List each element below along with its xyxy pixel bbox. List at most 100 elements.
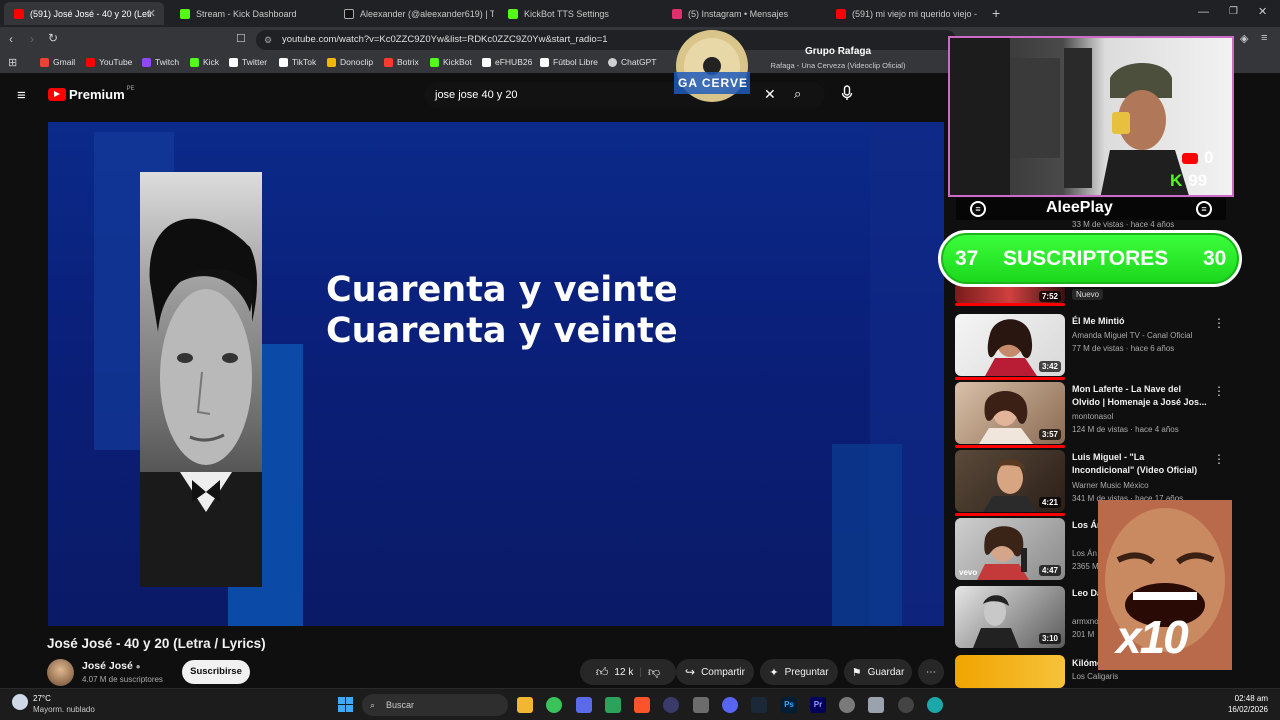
youtube-logo-icon xyxy=(48,88,66,101)
clock-date[interactable]: 16/02/2026 xyxy=(1216,705,1268,714)
bookmark-kickbot[interactable]: KickBot xyxy=(430,57,472,67)
clock-time[interactable]: 02:48 am xyxy=(1222,694,1268,703)
app-icon[interactable] xyxy=(663,697,679,713)
channel-avatar[interactable] xyxy=(47,659,74,686)
bookmark-futbol-libre[interactable]: Fútbol Libre xyxy=(540,57,598,67)
kick-favicon-icon xyxy=(180,8,190,19)
settings-icon[interactable] xyxy=(839,697,855,713)
bookmark-twitch[interactable]: Twitch xyxy=(142,57,179,67)
bookmark-gmail[interactable]: Gmail xyxy=(40,57,75,67)
logo-text: Premium xyxy=(69,87,125,102)
app-icon[interactable] xyxy=(605,697,621,713)
kick-icon: K xyxy=(1170,171,1183,190)
forward-icon[interactable]: › xyxy=(30,32,34,46)
chatgpt-icon xyxy=(608,57,617,67)
start-button[interactable] xyxy=(338,697,353,712)
discord-icon[interactable] xyxy=(722,697,738,713)
list-item[interactable]: 3:42 Él Me Mintió Amanda Miguel TV - Can… xyxy=(955,314,1245,380)
youtube-favicon-icon xyxy=(14,8,24,19)
bookmark-botrix[interactable]: Botrix xyxy=(384,57,419,67)
new-tab-icon[interactable]: + xyxy=(992,5,1000,21)
video-player[interactable]: Cuarenta y veinte Cuarenta y veinte xyxy=(48,122,944,626)
tiktok-icon xyxy=(279,57,288,67)
more-options-icon[interactable]: ⋮ xyxy=(1213,316,1225,330)
now-playing-subtitle: Rafaga - Una Cerveza (Videoclip Oficial) xyxy=(770,61,906,70)
back-icon[interactable]: ‹ xyxy=(9,32,13,46)
bookmark-donoclip[interactable]: Donoclip xyxy=(327,57,373,67)
dislike-icon[interactable]: 👎︎ xyxy=(648,665,660,680)
share-icon: ↪ xyxy=(685,665,696,679)
tab-label: Aleexander (@aleexander619) | TikTo xyxy=(360,8,494,19)
media-player-icon[interactable] xyxy=(898,697,914,713)
calculator-icon[interactable] xyxy=(693,697,709,713)
photoshop-icon[interactable]: Ps xyxy=(781,697,797,713)
bookmark-kick[interactable]: Kick xyxy=(190,57,219,67)
more-options-icon[interactable]: ⋮ xyxy=(1213,452,1225,466)
weather-icon[interactable] xyxy=(12,694,28,710)
close-tab-icon[interactable]: ✕ xyxy=(147,7,156,20)
tab-instagram[interactable]: (5) Instagram • Mensajes xyxy=(662,2,822,25)
tab-kick-dashboard[interactable]: Stream - Kick Dashboard xyxy=(170,2,330,25)
tab-tiktok[interactable]: Aleexander (@aleexander619) | TikTo xyxy=(334,2,494,25)
duration-badge: 4:21 xyxy=(1038,497,1061,508)
bookmark-chatgpt[interactable]: ChatGPT xyxy=(608,57,656,67)
tab-kickbot[interactable]: KickBot TTS Settings xyxy=(498,2,658,25)
brave-icon[interactable] xyxy=(634,697,650,713)
video-meta: 201 M xyxy=(1072,630,1095,639)
bookmark-efhub[interactable]: eFHUB26 xyxy=(482,57,532,67)
steam-icon[interactable] xyxy=(751,697,767,713)
bookmark-label: Botrix xyxy=(397,57,419,67)
youtube-premium-logo[interactable]: Premium PE xyxy=(48,86,135,102)
like-count[interactable]: 12 k xyxy=(614,667,633,678)
channel-name: montonasol xyxy=(1072,412,1114,421)
bookmark-twitter[interactable]: Twitter xyxy=(229,57,267,67)
menu-icon[interactable]: ≡ xyxy=(1261,32,1267,44)
goal-label: SUSCRIPTORES xyxy=(1003,247,1169,270)
bookmark-youtube[interactable]: YouTube xyxy=(86,57,132,67)
search-icon[interactable]: ⌕ xyxy=(794,86,801,102)
subscribe-button[interactable]: Suscribirse xyxy=(182,660,250,684)
channel-name[interactable]: José José ● xyxy=(82,660,141,672)
maximize-icon[interactable]: ❐ xyxy=(1229,6,1238,17)
reload-icon[interactable]: ↻ xyxy=(48,31,58,45)
tab-mi-viejo[interactable]: (591) mi viejo mi querido viejo - You xyxy=(826,2,978,25)
lyric-line: Cuarenta y veinte xyxy=(326,270,678,310)
apps-grid-icon[interactable]: ⊞ xyxy=(8,56,17,69)
minimize-icon[interactable]: — xyxy=(1198,6,1209,18)
more-options-icon[interactable]: ⋮ xyxy=(1213,384,1225,398)
premiere-icon[interactable]: Pr xyxy=(810,697,826,713)
bookmark-label: ChatGPT xyxy=(621,57,657,67)
app-icon[interactable] xyxy=(576,697,592,713)
edge-icon[interactable] xyxy=(927,697,943,713)
video-thumbnail: vevo 4:47 xyxy=(955,518,1065,580)
like-icon[interactable]: 👍︎ xyxy=(596,665,609,680)
bookmark-tiktok[interactable]: TikTok xyxy=(279,57,316,67)
close-window-icon[interactable]: ✕ xyxy=(1258,5,1267,18)
bookmark-label: eFHUB26 xyxy=(495,57,533,67)
clear-search-icon[interactable]: ✕ xyxy=(764,86,776,103)
video-meta: 2365 M xyxy=(1072,562,1099,571)
meme-emote-overlay: x10 xyxy=(1098,500,1232,670)
file-explorer-icon[interactable] xyxy=(517,697,533,713)
video-meta: 124 M de vistas · hace 4 años xyxy=(1072,425,1179,434)
subscriber-count: 4.07 M de suscriptores xyxy=(82,675,163,684)
taskbar-search-input[interactable]: ⌕ Buscar xyxy=(362,694,508,716)
shield-icon[interactable]: ◈ xyxy=(1240,32,1248,45)
chrome-icon[interactable] xyxy=(546,697,562,713)
list-item[interactable]: 3:57 Mon Laferte - La Nave del Olvido | … xyxy=(955,382,1245,448)
app-icon[interactable] xyxy=(868,697,884,713)
goal-current: 37 xyxy=(955,247,979,270)
donoclip-icon xyxy=(327,57,336,67)
microphone-icon[interactable] xyxy=(841,85,853,102)
hamburger-menu-icon[interactable]: ≡ xyxy=(17,87,26,104)
more-actions-button[interactable]: ⋯ xyxy=(918,659,944,685)
site-info-icon[interactable]: ⚙ xyxy=(264,30,272,50)
save-button[interactable]: ⚑ Guardar xyxy=(844,659,912,685)
bookmark-icon[interactable]: ☐ xyxy=(236,32,246,45)
youtube-header: ≡ Premium PE jose jose 40 y 20 ✕ ⌕ xyxy=(0,75,948,117)
share-button[interactable]: ↪ Compartir xyxy=(676,659,754,685)
search-placeholder: Buscar xyxy=(386,700,415,710)
ask-button[interactable]: ✦ Preguntar xyxy=(760,659,838,685)
tab-jose-jose[interactable]: (591) José José - 40 y 20 (Letr ✕ xyxy=(4,2,164,25)
video-title: Mon Laferte - La Nave del Olvido | Homen… xyxy=(1072,384,1207,407)
